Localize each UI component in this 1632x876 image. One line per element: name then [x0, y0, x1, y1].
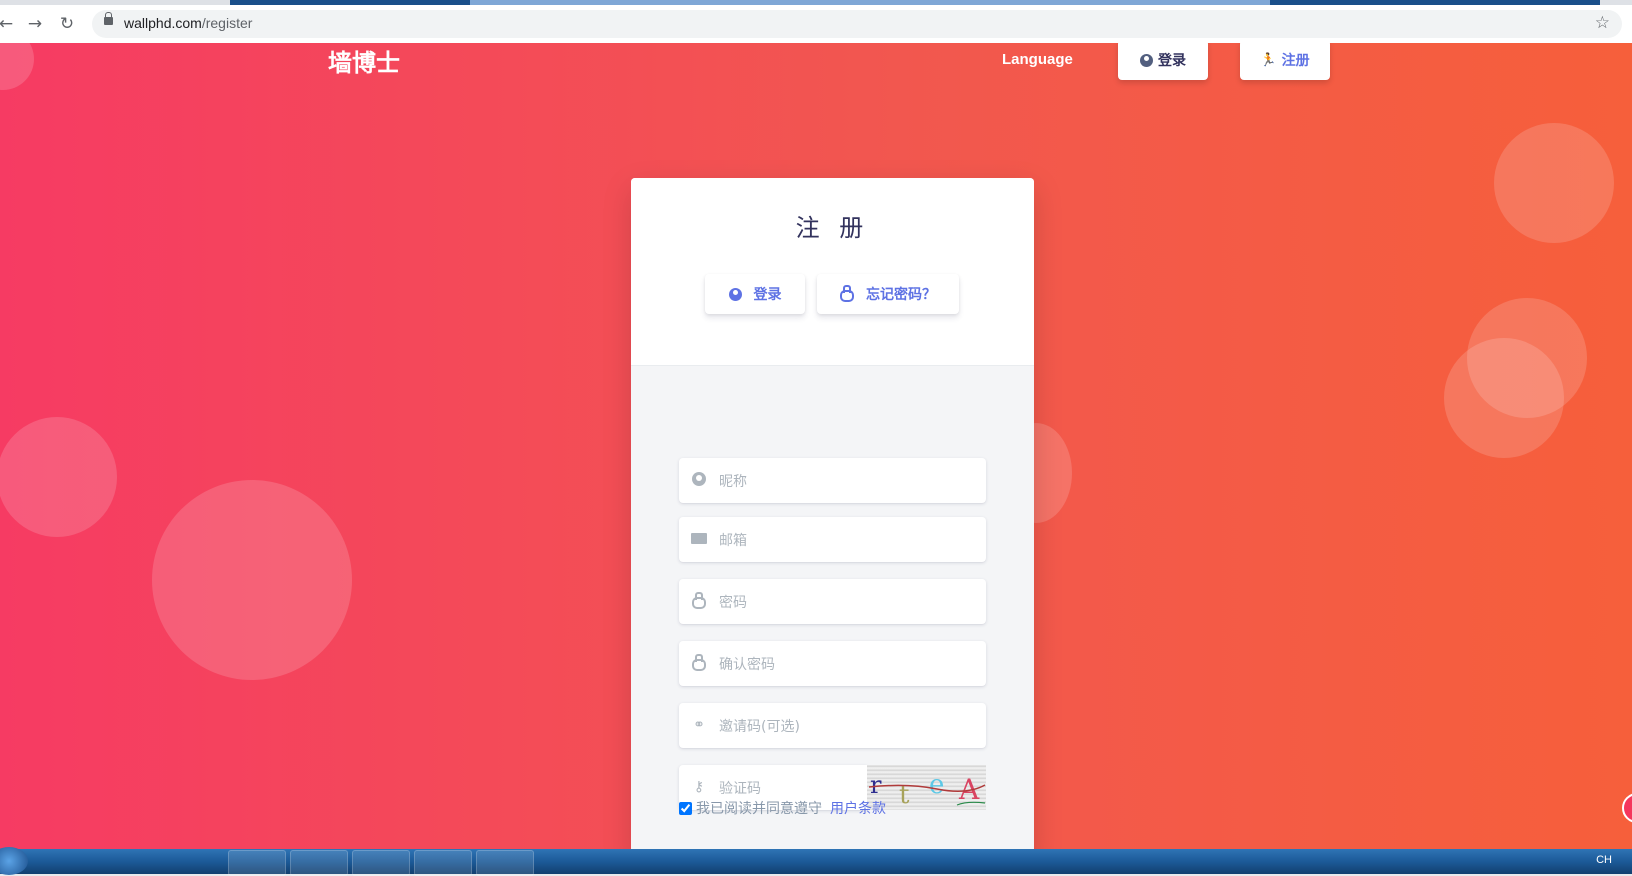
- nav-login-label: 登录: [1158, 52, 1186, 68]
- password-field: [679, 579, 986, 626]
- card-title: 注 册: [795, 214, 870, 242]
- running-person-icon: 🏃: [1260, 52, 1277, 67]
- captcha-char: A: [958, 773, 980, 806]
- lock-icon: [104, 12, 113, 25]
- terms-link[interactable]: 用户条款: [830, 798, 886, 818]
- reload-icon[interactable]: ↻: [57, 14, 77, 34]
- os-taskbar: CH: [0, 847, 1632, 876]
- forgot-password-label: 忘记密码？: [866, 287, 936, 303]
- address-bar[interactable]: wallphd.com/register ☆: [92, 10, 1622, 38]
- glasses-icon: ⚭: [693, 717, 705, 733]
- floating-menu-button[interactable]: [1622, 793, 1632, 823]
- url-text[interactable]: wallphd.com/register: [124, 15, 252, 31]
- nickname-input[interactable]: [717, 458, 981, 505]
- bookmark-star-icon[interactable]: ☆: [1595, 13, 1610, 33]
- card-login-button[interactable]: 登录: [705, 274, 805, 314]
- invite-code-field: ⚭: [679, 703, 986, 750]
- system-tray: CH: [1596, 854, 1612, 866]
- user-icon: [691, 472, 707, 488]
- media-player-icon[interactable]: [164, 850, 216, 874]
- app-icon[interactable]: [414, 850, 472, 876]
- decor-bubble: [0, 417, 117, 537]
- wechat-icon[interactable]: [290, 850, 348, 876]
- email-input[interactable]: [717, 517, 981, 564]
- forward-arrow-icon[interactable]: →: [25, 14, 45, 34]
- user-circle-icon: [728, 287, 742, 301]
- decor-bubble: [1494, 123, 1614, 243]
- key-icon: ⚷: [693, 779, 705, 795]
- url-domain: wallphd.com: [124, 15, 202, 31]
- nickname-field: [679, 458, 986, 505]
- ie-icon[interactable]: [44, 850, 96, 874]
- confirm-password-input[interactable]: [717, 641, 981, 688]
- register-card: 注 册 登录 忘记密码？ ⚭: [631, 178, 1034, 849]
- site-brand[interactable]: 墙博士: [328, 43, 400, 78]
- card-login-label: 登录: [753, 287, 782, 303]
- captcha-char: r: [870, 771, 882, 799]
- ime-indicator[interactable]: CH: [1596, 854, 1612, 866]
- captcha-char: t: [899, 780, 910, 810]
- nav-register-label: 注册: [1281, 52, 1310, 68]
- register-page: 墙博士 Language 登录 🏃 注册 注 册 登录 忘记密码？ 昵称 邮箱 …: [0, 43, 1632, 849]
- unlock-icon: [840, 285, 854, 302]
- language-menu[interactable]: Language: [1002, 51, 1073, 68]
- terms-text: 我已阅读并同意遵守: [696, 801, 822, 817]
- app-icon[interactable]: [352, 850, 410, 876]
- invite-code-input[interactable]: [717, 703, 981, 750]
- back-arrow-icon[interactable]: ←: [0, 14, 16, 34]
- password-input[interactable]: [717, 579, 981, 626]
- confirm-password-field: [679, 641, 986, 688]
- nav-register-button[interactable]: 🏃 注册: [1240, 43, 1330, 80]
- folder-icon[interactable]: [104, 850, 156, 874]
- email-field: [679, 517, 986, 564]
- unlock-icon: [691, 654, 707, 671]
- browser-toolbar: ← → ↻ wallphd.com/register ☆: [0, 5, 1632, 44]
- url-path: /register: [201, 15, 253, 31]
- forgot-password-button[interactable]: 忘记密码？: [817, 274, 959, 314]
- card-header: 注 册 登录 忘记密码？: [631, 178, 1034, 366]
- nav-login-button[interactable]: 登录: [1118, 43, 1208, 80]
- user-circle-icon: [1140, 53, 1153, 67]
- unlock-icon: [691, 592, 707, 609]
- terms-checkbox[interactable]: [679, 801, 692, 815]
- decor-bubble: [152, 480, 352, 680]
- captcha-char: e: [929, 770, 944, 800]
- chrome-icon[interactable]: [228, 850, 286, 876]
- app-icon[interactable]: [476, 850, 534, 876]
- decor-bubble: [0, 43, 34, 90]
- start-button[interactable]: [0, 847, 28, 875]
- decor-bubble: [1444, 338, 1564, 458]
- envelope-icon: [691, 531, 707, 547]
- terms-agreement: 我已阅读并同意遵守 用户条款: [679, 798, 886, 818]
